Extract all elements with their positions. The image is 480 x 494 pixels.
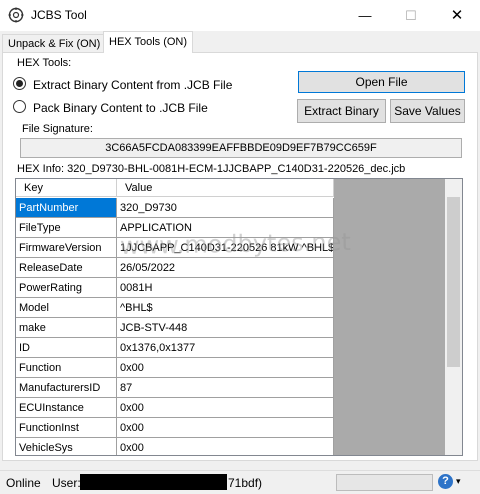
table-row[interactable]: make JCB-STV-448 <box>16 318 334 338</box>
table-row[interactable]: FileType APPLICATION <box>16 218 334 238</box>
maximize-button[interactable]: ☐ <box>388 0 434 31</box>
key-cell[interactable]: Function <box>16 358 117 378</box>
radio-pack[interactable] <box>13 100 26 113</box>
key-cell[interactable]: PowerRating <box>16 278 117 298</box>
minimize-button[interactable]: — <box>342 0 388 31</box>
scrollbar-thumb[interactable] <box>447 197 460 367</box>
hex-tools-group-label: HEX Tools: <box>17 57 72 69</box>
help-icon[interactable]: ? <box>438 474 453 489</box>
online-status: Online <box>6 476 41 490</box>
value-cell[interactable]: 87 <box>117 378 334 398</box>
table-row[interactable]: ReleaseDate 26/05/2022 <box>16 258 334 278</box>
key-cell[interactable]: FileType <box>16 218 117 238</box>
column-header-key[interactable]: Key <box>16 179 117 197</box>
key-cell[interactable]: VehicleSys <box>16 438 117 455</box>
key-cell[interactable]: Model <box>16 298 117 318</box>
value-cell[interactable]: 0x00 <box>117 398 334 418</box>
app-icon <box>8 7 24 23</box>
close-button[interactable]: ✕ <box>434 0 480 31</box>
table-row[interactable]: PowerRating 0081H <box>16 278 334 298</box>
key-cell[interactable]: make <box>16 318 117 338</box>
column-header-value[interactable]: Value <box>117 179 334 197</box>
table-row[interactable]: PartNumber 320_D9730 <box>16 198 334 218</box>
tab-hex-tools[interactable]: HEX Tools (ON) <box>103 31 194 53</box>
hex-info-label: HEX Info: 320_D9730-BHL-0081H-ECM-1JJCBA… <box>17 163 406 175</box>
table-row[interactable]: FirmwareVersion 1JJCBAPP_C140D31-220526 8… <box>16 238 334 258</box>
file-signature-field[interactable]: 3C66A5FCDA083399EAFFBBDE09D9EF7B79CC659F <box>20 138 462 158</box>
value-cell[interactable]: 0x00 <box>117 438 334 455</box>
user-label: User: <box>52 476 81 490</box>
value-cell[interactable]: 0081H <box>117 278 334 298</box>
key-cell[interactable]: FirmwareVersion <box>16 238 117 258</box>
radio-extract[interactable] <box>13 77 26 90</box>
radio-pack-label[interactable]: Pack Binary Content to .JCB File <box>33 101 208 115</box>
radio-extract-label[interactable]: Extract Binary Content from .JCB File <box>33 78 232 92</box>
open-file-button[interactable]: Open File <box>298 71 465 93</box>
redacted-user-id <box>80 474 227 490</box>
status-bar: Online User: 71bdf) ? ▾ <box>0 470 480 494</box>
user-id-suffix: 71bdf) <box>228 476 263 490</box>
value-cell[interactable]: 26/05/2022 <box>117 258 334 278</box>
save-values-button[interactable]: Save Values <box>390 99 465 123</box>
status-progress-bar <box>336 474 433 491</box>
value-cell[interactable]: ^BHL$ <box>117 298 334 318</box>
value-cell[interactable]: 0x00 <box>117 358 334 378</box>
grid-header: Key Value <box>16 179 334 198</box>
value-cell[interactable]: 0x1376,0x1377 <box>117 338 334 358</box>
key-cell[interactable]: ReleaseDate <box>16 258 117 278</box>
value-cell[interactable]: JCB-STV-448 <box>117 318 334 338</box>
extract-binary-button[interactable]: Extract Binary <box>297 99 386 123</box>
tab-strip: Unpack & Fix (ON) HEX Tools (ON) <box>0 31 480 53</box>
value-cell[interactable]: 0x00 <box>117 418 334 438</box>
vertical-scrollbar[interactable] <box>445 179 462 455</box>
value-cell[interactable]: 1JJCBAPP_C140D31-220526 81kW ^BHL$ <box>117 238 334 258</box>
key-cell[interactable]: ECUInstance <box>16 398 117 418</box>
key-cell[interactable]: ID <box>16 338 117 358</box>
table-row[interactable]: ID 0x1376,0x1377 <box>16 338 334 358</box>
title-bar: JCBS Tool — ☐ ✕ <box>0 0 480 31</box>
table-row[interactable]: Model ^BHL$ <box>16 298 334 318</box>
table-row[interactable]: VehicleSys 0x00 <box>16 438 334 455</box>
value-cell[interactable]: 320_D9730 <box>117 198 334 218</box>
value-cell[interactable]: APPLICATION <box>117 218 334 238</box>
table-row[interactable]: ManufacturersID 87 <box>16 378 334 398</box>
table-row[interactable]: Function 0x00 <box>16 358 334 378</box>
window-title: JCBS Tool <box>31 8 87 22</box>
key-cell[interactable]: PartNumber <box>16 198 117 218</box>
file-signature-label: File Signature: <box>22 123 93 135</box>
tab-unpack-fix[interactable]: Unpack & Fix (ON) <box>2 34 107 53</box>
radio-selected-dot <box>16 80 23 87</box>
table-row[interactable]: ECUInstance 0x00 <box>16 398 334 418</box>
key-cell[interactable]: FunctionInst <box>16 418 117 438</box>
table-row[interactable]: FunctionInst 0x00 <box>16 418 334 438</box>
key-cell[interactable]: ManufacturersID <box>16 378 117 398</box>
help-dropdown-icon[interactable]: ▾ <box>456 476 461 487</box>
hex-info-grid[interactable]: Key Value PartNumber 320_D9730 FileType APP… <box>15 178 463 456</box>
